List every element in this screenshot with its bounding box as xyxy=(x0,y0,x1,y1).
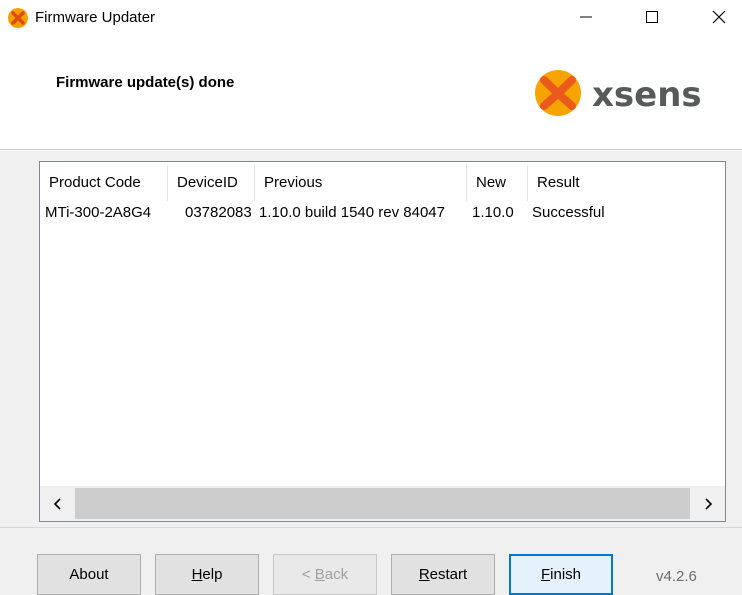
chevron-left-icon xyxy=(53,497,61,510)
maximize-button[interactable] xyxy=(629,0,675,34)
scroll-left-button[interactable] xyxy=(40,486,75,521)
version-label: v4.2.6 xyxy=(656,568,697,585)
minimize-icon xyxy=(580,16,592,18)
cell-device-id: 03782083 xyxy=(185,204,252,221)
page-title: Firmware update(s) done xyxy=(56,74,235,91)
column-header-result[interactable]: Result xyxy=(528,162,580,200)
finish-button[interactable]: Finish xyxy=(509,554,613,595)
minimize-button[interactable] xyxy=(563,0,609,34)
back-label: < Back xyxy=(301,566,349,583)
restart-label: Restart xyxy=(418,566,468,583)
footer-divider xyxy=(0,527,742,528)
column-header-new[interactable]: New xyxy=(467,162,506,200)
wizard-header: Firmware update(s) done xsens xyxy=(0,34,742,150)
xsens-logo-icon xyxy=(8,8,28,28)
logo-text: xsens xyxy=(592,75,702,115)
scrollbar-thumb[interactable] xyxy=(75,488,690,519)
finish-label: Finish xyxy=(540,566,582,583)
back-button[interactable]: < Back xyxy=(273,554,377,595)
help-button[interactable]: Help xyxy=(155,554,259,595)
restart-button[interactable]: Restart xyxy=(391,554,495,595)
chevron-right-icon xyxy=(704,497,712,510)
results-list-view[interactable]: Product Code DeviceID Previous New Resul… xyxy=(39,161,726,522)
cell-product-code: MTi-300-2A8G4 xyxy=(45,204,152,221)
title-bar: Firmware Updater xyxy=(0,0,742,34)
horizontal-scrollbar[interactable] xyxy=(40,486,725,521)
close-button[interactable] xyxy=(696,0,742,34)
column-header-product-code[interactable]: Product Code xyxy=(40,162,141,200)
help-label: Help xyxy=(191,566,223,583)
cell-previous: 1.10.0 build 1540 rev 84047 xyxy=(259,204,445,221)
list-header: Product Code DeviceID Previous New Resul… xyxy=(40,162,725,201)
scroll-right-button[interactable] xyxy=(690,486,725,521)
maximize-icon xyxy=(646,11,658,23)
about-button[interactable]: About xyxy=(37,554,141,595)
column-header-previous[interactable]: Previous xyxy=(255,162,322,200)
xsens-logo: xsens xyxy=(535,70,702,116)
wizard-content: Product Code DeviceID Previous New Resul… xyxy=(0,151,742,595)
table-row[interactable]: MTi-300-2A8G4 03782083 1.10.0 build 1540… xyxy=(40,200,725,226)
about-label: About xyxy=(69,566,109,583)
cell-new: 1.10.0 xyxy=(472,204,514,221)
window-title: Firmware Updater xyxy=(35,9,156,26)
column-header-device-id[interactable]: DeviceID xyxy=(168,162,238,200)
close-icon xyxy=(712,10,726,24)
cell-result: Successful xyxy=(532,204,605,221)
